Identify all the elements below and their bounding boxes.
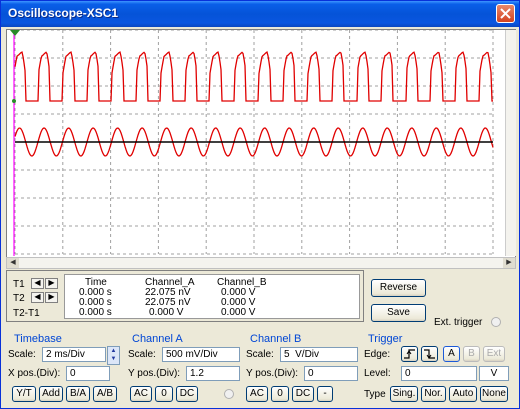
rising-edge-button[interactable] bbox=[401, 346, 418, 362]
trigger-single-button[interactable]: Sing. bbox=[390, 386, 418, 402]
trigger-level-field[interactable]: 0 bbox=[401, 366, 477, 381]
t1-right-arrow-icon[interactable]: ▶ bbox=[45, 278, 58, 289]
title-bar[interactable]: Oscilloscope-XSC1 bbox=[1, 1, 519, 27]
channel-b-ypos-field[interactable]: 0 bbox=[304, 366, 358, 381]
trigger-group: Trigger Edge: A B Ext Level: 0 V Type Si… bbox=[363, 332, 517, 406]
b-over-a-button[interactable]: B/A bbox=[66, 386, 90, 402]
falling-edge-icon bbox=[424, 349, 435, 359]
oscilloscope-window: Oscilloscope-XSC1 ◀ ▶ T1 ◀ ▶ T2 ◀ ▶ T2-T… bbox=[0, 0, 520, 409]
channel-b-invert-button[interactable]: - bbox=[317, 386, 333, 402]
t2-left-arrow-icon[interactable]: ◀ bbox=[31, 292, 44, 303]
timebase-scale-spinner-icon[interactable]: ▲ ▼ bbox=[107, 346, 120, 365]
channel-b-scale-label: Scale: bbox=[246, 349, 274, 360]
t2-t1-channel-b: 0.000 V bbox=[221, 307, 256, 318]
row-label-t2-t1: T2-T1 bbox=[13, 308, 40, 319]
scope-display bbox=[6, 29, 516, 268]
timebase-scale-field[interactable]: 2 ms/Div bbox=[42, 347, 106, 362]
measurement-table: Time Channel_A Channel_B 0.000 s 22.075 … bbox=[64, 274, 360, 319]
timebase-xpos-label: X pos.(Div): bbox=[8, 368, 61, 379]
cursor-t1-marker bbox=[10, 30, 20, 36]
row-label-t2: T2 bbox=[13, 293, 25, 304]
channel-a-ypos-field[interactable]: 1.2 bbox=[186, 366, 240, 381]
channel-b-ac-button[interactable]: AC bbox=[246, 386, 268, 402]
trigger-source-b-button[interactable]: B bbox=[463, 346, 480, 362]
a-over-b-button[interactable]: A/B bbox=[93, 386, 117, 402]
trigger-source-ext-button[interactable]: Ext bbox=[483, 346, 505, 362]
scroll-right-icon[interactable]: ▶ bbox=[503, 258, 515, 268]
timebase-title: Timebase bbox=[14, 333, 62, 345]
close-button[interactable] bbox=[496, 4, 515, 23]
channel-a-zero-button[interactable]: 0 bbox=[155, 386, 173, 402]
channel-a-ypos-label: Y pos.(Div): bbox=[128, 368, 181, 379]
ext-trigger-radio[interactable] bbox=[491, 317, 501, 327]
reverse-button[interactable]: Reverse bbox=[371, 279, 426, 297]
scroll-left-icon[interactable]: ◀ bbox=[7, 258, 19, 268]
window-title: Oscilloscope-XSC1 bbox=[8, 6, 119, 20]
measurement-panel: T1 ◀ ▶ T2 ◀ ▶ T2-T1 Time Channel_A Chann… bbox=[6, 270, 364, 322]
channel-b-ypos-label: Y pos.(Div): bbox=[246, 368, 299, 379]
trigger-auto-button[interactable]: Auto bbox=[449, 386, 477, 402]
timebase-group: Timebase Scale: 2 ms/Div ▲ ▼ X pos.(Div):… bbox=[6, 332, 124, 406]
scope-screen bbox=[7, 30, 505, 256]
row-label-t1: T1 bbox=[13, 279, 25, 290]
horizontal-scrollbar[interactable]: ◀ ▶ bbox=[6, 257, 516, 269]
channel-a-ac-button[interactable]: AC bbox=[130, 386, 152, 402]
add-button[interactable]: Add bbox=[39, 386, 63, 402]
channel-a-radio[interactable] bbox=[224, 389, 234, 399]
trigger-source-a-button[interactable]: A bbox=[443, 346, 460, 362]
channel-a-group: Channel A Scale: 500 mV/Div Y pos.(Div):… bbox=[126, 332, 242, 406]
ext-trigger-label: Ext. trigger bbox=[434, 317, 483, 328]
channel-b-group: Channel B Scale: 5 V/Div Y pos.(Div): 0 … bbox=[244, 332, 362, 406]
rising-edge-icon bbox=[404, 349, 415, 359]
save-button[interactable]: Save bbox=[371, 304, 426, 322]
channel-b-title: Channel B bbox=[250, 333, 302, 345]
channel-a-dc-button[interactable]: DC bbox=[176, 386, 198, 402]
channel-b-zero-button[interactable]: 0 bbox=[271, 386, 289, 402]
t2-t1-time: 0.000 s bbox=[79, 307, 112, 318]
t2-t1-channel-a: 0.000 V bbox=[149, 307, 184, 318]
trigger-none-button[interactable]: None bbox=[480, 386, 508, 402]
trigger-title: Trigger bbox=[368, 333, 403, 345]
channel-a-scale-field[interactable]: 500 mV/Div bbox=[162, 347, 240, 362]
trigger-edge-label: Edge: bbox=[364, 349, 391, 360]
channel-a-scale-label: Scale: bbox=[128, 349, 156, 360]
yt-button[interactable]: Y/T bbox=[12, 386, 36, 402]
falling-edge-button[interactable] bbox=[421, 346, 438, 362]
trigger-marker bbox=[12, 99, 16, 103]
t1-left-arrow-icon[interactable]: ◀ bbox=[31, 278, 44, 289]
channel-b-dc-button[interactable]: DC bbox=[292, 386, 314, 402]
vertical-scrollbar[interactable] bbox=[505, 30, 516, 256]
trigger-type-label: Type bbox=[364, 389, 386, 400]
trigger-level-label: Level: bbox=[364, 368, 391, 379]
close-icon bbox=[500, 8, 511, 19]
timebase-xpos-field[interactable]: 0 bbox=[66, 366, 110, 381]
trigger-level-unit[interactable]: V bbox=[479, 366, 509, 381]
trigger-normal-button[interactable]: Nor. bbox=[421, 386, 446, 402]
timebase-scale-label: Scale: bbox=[8, 349, 36, 360]
t2-right-arrow-icon[interactable]: ▶ bbox=[45, 292, 58, 303]
channel-b-scale-field[interactable]: 5 V/Div bbox=[280, 347, 358, 362]
channel-a-title: Channel A bbox=[132, 333, 183, 345]
